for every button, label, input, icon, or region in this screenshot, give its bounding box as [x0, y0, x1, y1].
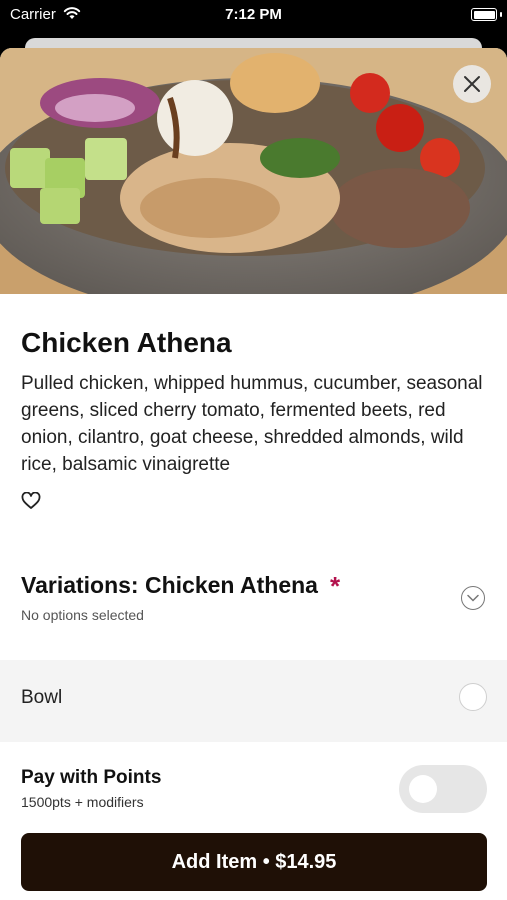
item-info: Chicken Athena Pulled chicken, whipped h… — [21, 326, 486, 515]
required-marker: * — [329, 570, 341, 601]
heart-icon[interactable] — [21, 491, 43, 512]
close-button[interactable] — [453, 65, 491, 103]
food-photo — [0, 48, 507, 294]
variations-title: Variations: Chicken Athena — [21, 572, 318, 598]
points-title: Pay with Points — [21, 767, 162, 788]
variations-subtitle: No options selected — [21, 607, 144, 623]
points-toggle[interactable] — [399, 765, 487, 813]
battery-cap — [500, 12, 502, 17]
add-item-label: Add Item • $14.95 — [171, 850, 337, 873]
chevron-down-icon[interactable] — [461, 586, 485, 610]
option-bowl[interactable]: Bowl — [0, 660, 507, 742]
toggle-knob — [409, 775, 437, 803]
status-time: 7:12 PM — [225, 6, 282, 23]
status-bar: Carrier 7:12 PM — [0, 0, 507, 30]
option-label: Bowl — [21, 687, 63, 708]
close-icon — [464, 76, 480, 92]
item-detail-sheet: Chicken Athena Pulled chicken, whipped h… — [0, 48, 507, 900]
item-description: Pulled chicken, whipped hummus, cucumber… — [21, 373, 483, 475]
points-subtitle: 1500pts + modifiers — [21, 794, 144, 810]
battery-icon — [471, 8, 497, 21]
variations-header[interactable]: Variations: Chicken Athena * No options … — [21, 572, 486, 623]
item-title: Chicken Athena — [21, 327, 232, 358]
add-item-button[interactable]: Add Item • $14.95 — [21, 833, 487, 891]
pay-with-points: Pay with Points 1500pts + modifiers — [0, 745, 507, 829]
option-radio[interactable] — [459, 683, 487, 711]
variations-title-row: Variations: Chicken Athena * — [21, 572, 486, 599]
